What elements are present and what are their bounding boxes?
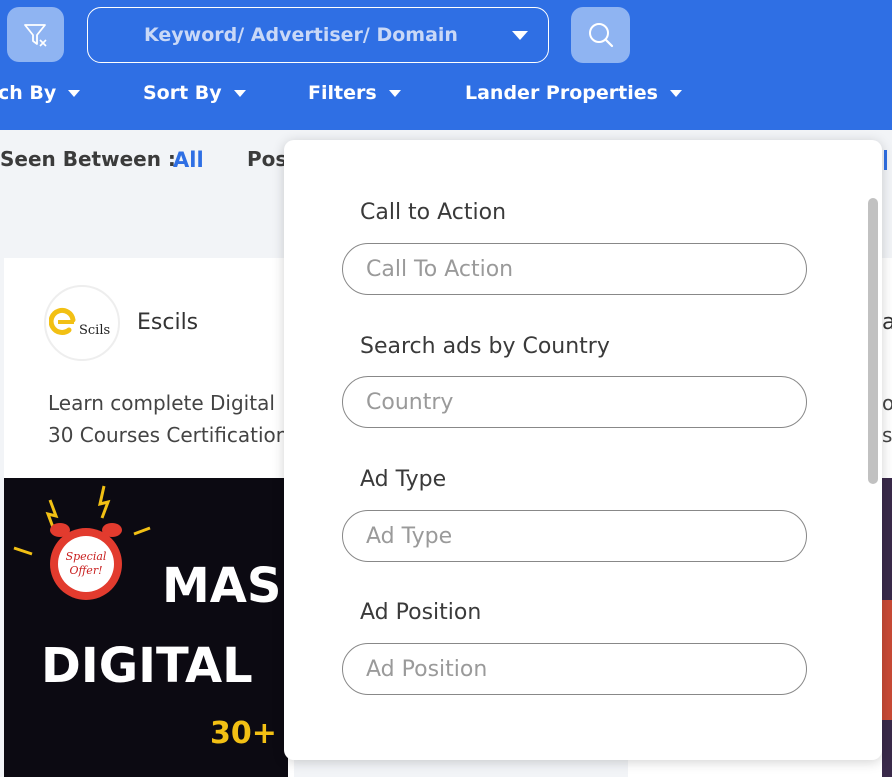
menu-label: Filters — [308, 82, 377, 104]
chevron-down-icon — [233, 89, 246, 97]
menu-search-by[interactable]: ch By — [0, 82, 81, 104]
country-label: Search ads by Country — [360, 334, 610, 359]
top-header: Keyword/ Advertiser/ Domain ch By Sort B… — [0, 0, 892, 130]
menu-label: ch By — [0, 82, 57, 104]
dropdown-scrollbar[interactable] — [868, 198, 878, 484]
chevron-down-icon[interactable] — [512, 31, 528, 40]
position-label: Pos — [247, 147, 288, 171]
ad-position-label: Ad Position — [360, 600, 482, 625]
ad-creative-image[interactable]: Special Offer! MAS DIGITAL 30+ C — [4, 478, 288, 777]
svg-text:Special: Special — [66, 550, 107, 563]
search-placeholder: Keyword/ Advertiser/ Domain — [144, 24, 458, 46]
chevron-down-icon — [68, 89, 81, 97]
ad-description-line: Learn complete Digital — [48, 391, 275, 415]
ad-description-line: o — [882, 391, 892, 415]
search-button[interactable] — [571, 7, 630, 63]
chevron-down-icon — [669, 89, 682, 97]
ad-description-line: 30 Courses Certification — [48, 423, 288, 447]
seen-between-value[interactable]: All — [173, 148, 204, 172]
menu-filters[interactable]: Filters — [308, 82, 401, 104]
call-to-action-input[interactable] — [342, 243, 807, 295]
ad-type-label: Ad Type — [360, 467, 447, 492]
right-link-fragment[interactable] — [884, 150, 887, 170]
ad-description: o s — [882, 387, 892, 451]
menu-label: Lander Properties — [465, 82, 658, 104]
banner-subtext: 30+ C — [210, 716, 288, 751]
menu-lander-properties[interactable]: Lander Properties — [465, 82, 682, 104]
ad-type-input[interactable] — [342, 510, 807, 562]
banner-headline: DIGITAL — [41, 638, 253, 694]
clear-filter-button[interactable] — [7, 7, 64, 62]
call-to-action-label: Call to Action — [360, 200, 507, 225]
menu-label: Sort By — [143, 82, 222, 104]
search-input[interactable]: Keyword/ Advertiser/ Domain — [87, 7, 549, 63]
escils-logo: Scils — [49, 307, 110, 338]
advertiser-name[interactable]: a — [882, 310, 892, 335]
svg-text:Offer!: Offer! — [70, 564, 103, 577]
ad-description: Learn complete Digital 30 Courses Certif… — [48, 387, 288, 451]
banner-headline: MAS — [162, 558, 282, 614]
country-input[interactable] — [342, 376, 807, 428]
ad-description-line: s — [882, 423, 892, 447]
search-icon — [588, 23, 613, 48]
filter-clear-icon — [23, 23, 47, 47]
logo-text: Scils — [79, 323, 110, 338]
ad-creative-image-detail — [882, 600, 892, 720]
advertiser-logo: Scils — [44, 285, 120, 361]
ad-position-input[interactable] — [342, 643, 807, 695]
advertiser-name[interactable]: Escils — [137, 310, 198, 335]
chevron-down-icon — [388, 89, 401, 97]
menu-sort-by[interactable]: Sort By — [143, 82, 246, 104]
seen-between-label: Seen Between : — [0, 147, 176, 171]
